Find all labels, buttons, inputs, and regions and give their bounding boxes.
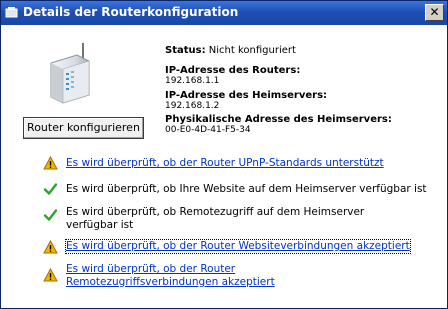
router-ip-value: 192.168.1.1 bbox=[165, 76, 220, 86]
status-label: Status: bbox=[165, 45, 206, 56]
configure-router-button[interactable]: Router konfigurieren bbox=[23, 117, 144, 139]
app-icon bbox=[5, 7, 18, 18]
mac-value: 00-E0-4D-41-F5-34 bbox=[165, 125, 251, 135]
router-icon bbox=[50, 43, 90, 104]
mac-label: Physikalische Adresse des Heimservers: bbox=[165, 114, 392, 125]
checkmark-icon bbox=[43, 209, 58, 221]
server-ip-label: IP-Adresse des Heimservers: bbox=[165, 90, 328, 101]
dialog-window: Details der Routerkonfiguration ✕ Router… bbox=[0, 0, 448, 309]
router-ip-label: IP-Adresse des Routers: bbox=[165, 65, 301, 76]
check-remote-access-text: Es wird überprüft, ob Remotezugriff auf … bbox=[66, 206, 365, 231]
checkmark-icon bbox=[43, 183, 58, 195]
check-website-text: Es wird überprüft, ob Ihre Website auf d… bbox=[66, 183, 427, 195]
check-remote-connections-link[interactable]: Es wird überprüft, ob der Router Remotez… bbox=[66, 263, 386, 289]
title-bar[interactable]: Details der Routerkonfiguration ✕ bbox=[1, 1, 447, 25]
status-value: Nicht konfiguriert bbox=[208, 45, 296, 56]
dialog-body: Router konfigurieren Status: Nicht konfi… bbox=[1, 25, 447, 308]
check-website-connections-link[interactable]: Es wird überprüft, ob der Router Website… bbox=[65, 239, 411, 254]
check-upnp-link[interactable]: Es wird überprüft, ob der Router UPnP-St… bbox=[66, 157, 436, 170]
warning-icon bbox=[43, 156, 58, 170]
status-line: Status: Nicht konfiguriert bbox=[165, 45, 296, 56]
close-icon: ✕ bbox=[429, 5, 440, 19]
window-title: Details der Routerkonfiguration bbox=[23, 5, 239, 19]
close-button[interactable]: ✕ bbox=[425, 4, 444, 21]
server-ip-value: 192.168.1.2 bbox=[165, 101, 220, 111]
warning-icon bbox=[43, 240, 58, 254]
warning-icon bbox=[43, 268, 58, 282]
